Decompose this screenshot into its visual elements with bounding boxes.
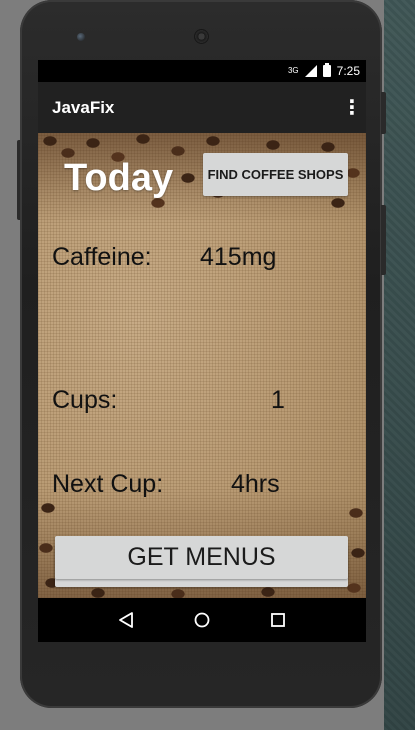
cups-label: Cups: xyxy=(52,386,118,414)
recents-square-icon[interactable] xyxy=(263,605,293,635)
navigation-bar xyxy=(38,598,366,642)
cups-value: 1 xyxy=(271,386,285,414)
status-bar: 3G 7:25 xyxy=(38,60,366,82)
more-vert-icon[interactable]: ⋮ xyxy=(342,98,362,118)
back-triangle-icon[interactable] xyxy=(111,605,141,635)
caffeine-label: Caffeine: xyxy=(52,243,152,271)
next-cup-label: Next Cup: xyxy=(52,470,164,498)
front-camera-icon xyxy=(77,33,85,41)
caffeine-value: 415mg xyxy=(200,243,277,271)
page-title: Today xyxy=(64,157,174,199)
power-button xyxy=(381,92,386,134)
earpiece-speaker-icon xyxy=(194,29,209,44)
volume-button xyxy=(381,205,386,275)
get-menus-button[interactable]: GET MENUS xyxy=(55,536,348,579)
status-time: 7:25 xyxy=(336,64,360,78)
battery-icon xyxy=(322,63,331,77)
next-cup-value: 4hrs xyxy=(231,470,280,498)
find-coffee-shops-button[interactable]: FIND COFFEE SHOPS xyxy=(203,153,348,196)
device-scene: 3G 7:25 JavaFix ⋮ Today FIND COFFEE SHOP… xyxy=(0,0,415,730)
network-type: 3G xyxy=(287,66,299,75)
main-content: Today FIND COFFEE SHOPS Caffeine: 415mg … xyxy=(38,133,366,598)
app-title: JavaFix xyxy=(52,97,115,117)
signal-icon xyxy=(304,65,317,77)
background-strip xyxy=(384,0,415,730)
app-bar: JavaFix ⋮ xyxy=(38,82,366,133)
home-circle-icon[interactable] xyxy=(187,605,217,635)
